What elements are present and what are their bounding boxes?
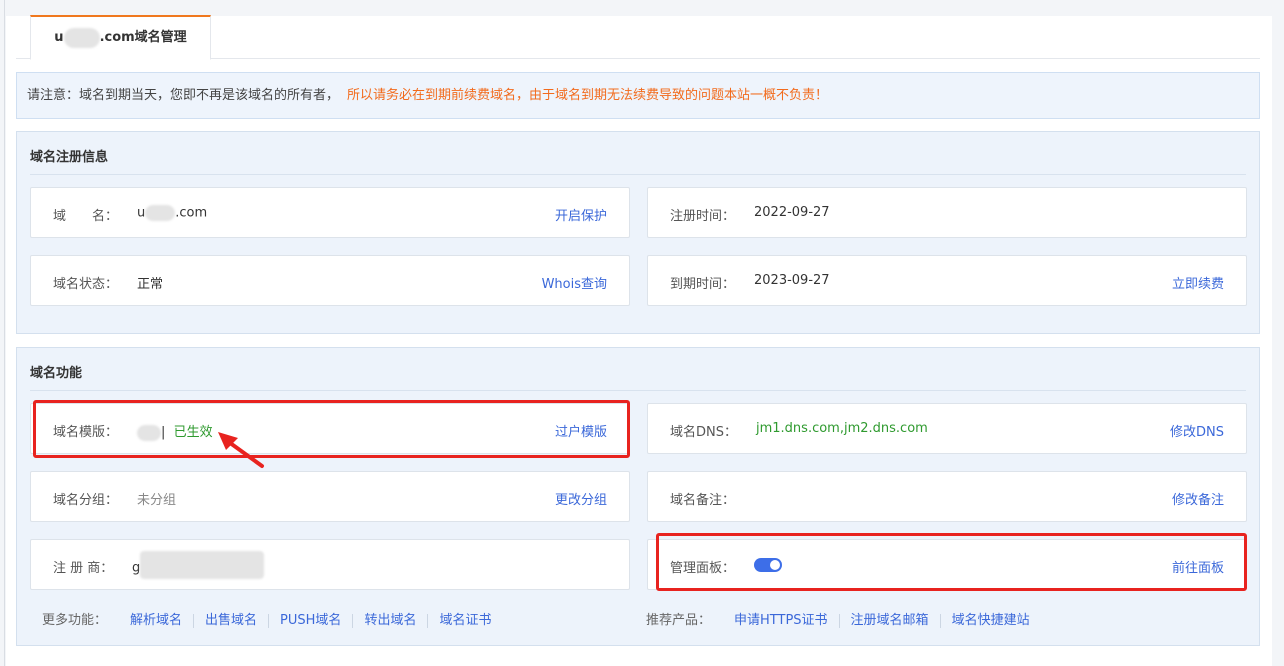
whois-link[interactable]: Whois查询: [542, 273, 607, 292]
more-features-label: 更多功能：: [42, 613, 108, 628]
registrar-label: 注 册 商：: [53, 561, 114, 576]
recommended-label: 推荐产品：: [646, 613, 712, 628]
registration-panel: 域名注册信息 域 名： u .com 开启保护 注册时间： 2022-09-27 …: [16, 131, 1260, 334]
domain-status-row: 域名状态： 正常 Whois查询: [30, 255, 630, 306]
panel-title: 域名功能: [30, 366, 83, 381]
dns-value: jm1.dns.com,jm2.dns.com: [756, 421, 928, 436]
page: u .com域名管理 请注意：域名到期当天，您即不再是该域名的所有者， 所以请务必在…: [0, 0, 1284, 666]
features-panel: 域名功能 域名模版： | 已生效 过户模版 域名DNS： jm1.dns.com…: [16, 347, 1260, 646]
enable-protection-link[interactable]: 开启保护: [555, 205, 607, 224]
divider: [30, 174, 1246, 175]
tab-domain-management[interactable]: u .com域名管理: [30, 15, 211, 60]
expire-time-label: 到期时间：: [670, 277, 736, 292]
change-group-link[interactable]: 更改分组: [555, 489, 607, 508]
link-sell-domain[interactable]: 出售域名: [194, 614, 270, 628]
more-features: 更多功能： 解析域名 出售域名 PUSH域名 转出域名 域名证书: [42, 609, 502, 628]
link-push-domain[interactable]: PUSH域名: [269, 614, 354, 628]
expire-time-row: 到期时间： 2023-09-27 立即续费: [647, 255, 1247, 306]
tab-bar: u .com域名管理: [16, 15, 1260, 60]
recommended-products: 推荐产品： 申请HTTPS证书 注册域名邮箱 域名快捷建站: [646, 609, 1041, 628]
highlight-template: [33, 400, 630, 458]
group-value: 未分组: [137, 493, 177, 508]
reg-time-row: 注册时间： 2022-09-27: [647, 187, 1247, 238]
reg-time-label: 注册时间：: [670, 209, 736, 224]
renew-link[interactable]: 立即续费: [1172, 273, 1224, 292]
link-domain-email[interactable]: 注册域名邮箱: [840, 614, 941, 628]
blurred-text: [145, 205, 176, 221]
tab-domain-prefix: u: [54, 30, 64, 45]
blurred-text: [140, 551, 265, 579]
remark-row: 域名备注： 修改备注: [647, 471, 1247, 522]
dns-label: 域名DNS：: [670, 425, 737, 440]
blurred-text: [63, 27, 100, 48]
domain-name-row: 域 名： u .com 开启保护: [30, 187, 630, 238]
expire-time-value: 2023-09-27: [754, 273, 830, 288]
group-row: 域名分组： 未分组 更改分组: [30, 471, 630, 522]
reg-time-value: 2022-09-27: [754, 205, 830, 220]
domain-status-value: 正常: [137, 277, 164, 292]
link-quick-site[interactable]: 域名快捷建站: [941, 614, 1041, 628]
remark-label: 域名备注：: [670, 493, 736, 508]
domain-name-value: u .com: [137, 205, 208, 221]
modify-remark-link[interactable]: 修改备注: [1172, 489, 1224, 508]
modify-dns-link[interactable]: 修改DNS: [1170, 421, 1224, 440]
arrow-annotation: [218, 432, 264, 468]
dns-row: 域名DNS： jm1.dns.com,jm2.dns.com 修改DNS: [647, 403, 1247, 454]
link-transfer-out[interactable]: 转出域名: [353, 614, 429, 628]
left-divider: [4, 0, 5, 666]
group-label: 域名分组：: [53, 493, 119, 508]
link-domain-cert[interactable]: 域名证书: [428, 614, 502, 628]
registrar-row: 注 册 商： g: [30, 539, 630, 590]
panel-title: 域名注册信息: [30, 150, 109, 165]
tab-domain-suffix: .com域名管理: [99, 30, 187, 45]
registrar-value: g: [132, 551, 265, 579]
divider: [30, 390, 1246, 391]
link-https-cert[interactable]: 申请HTTPS证书: [723, 614, 840, 628]
notice-text: 请注意：域名到期当天，您即不再是该域名的所有者，: [27, 88, 340, 103]
expiry-notice: 请注意：域名到期当天，您即不再是该域名的所有者， 所以请务必在到期前续费域名，由于…: [16, 72, 1260, 119]
domain-name-label: 域 名：: [53, 209, 119, 224]
domain-status-label: 域名状态：: [53, 277, 119, 292]
link-resolve-domain[interactable]: 解析域名: [119, 614, 195, 628]
highlight-panel: [656, 533, 1247, 591]
notice-warning: 所以请务必在到期前续费域名，由于域名到期无法续费导致的问题本站一概不负责！: [347, 88, 829, 103]
